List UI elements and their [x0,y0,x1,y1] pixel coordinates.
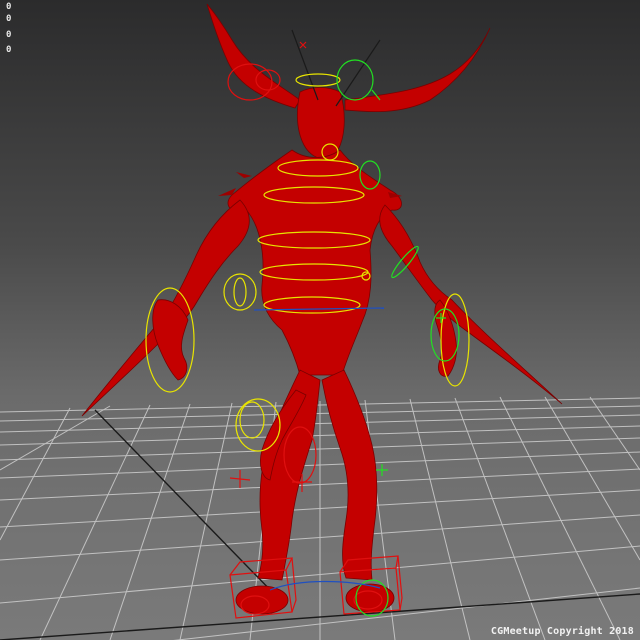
ground-grid [0,396,640,640]
hud-stat-1: 0 [6,2,12,12]
hud-stat-4: 0 [6,45,12,55]
hud-stat-2: 0 [6,14,12,24]
copyright-watermark: CGMeetup Copyright 2018 [490,626,634,637]
hud-stat-3: 0 [6,30,12,40]
maya-viewport[interactable]: 0 0 0 0 CGMeetup Copyright 2018 [0,0,640,640]
viewport-scene[interactable] [0,0,640,640]
